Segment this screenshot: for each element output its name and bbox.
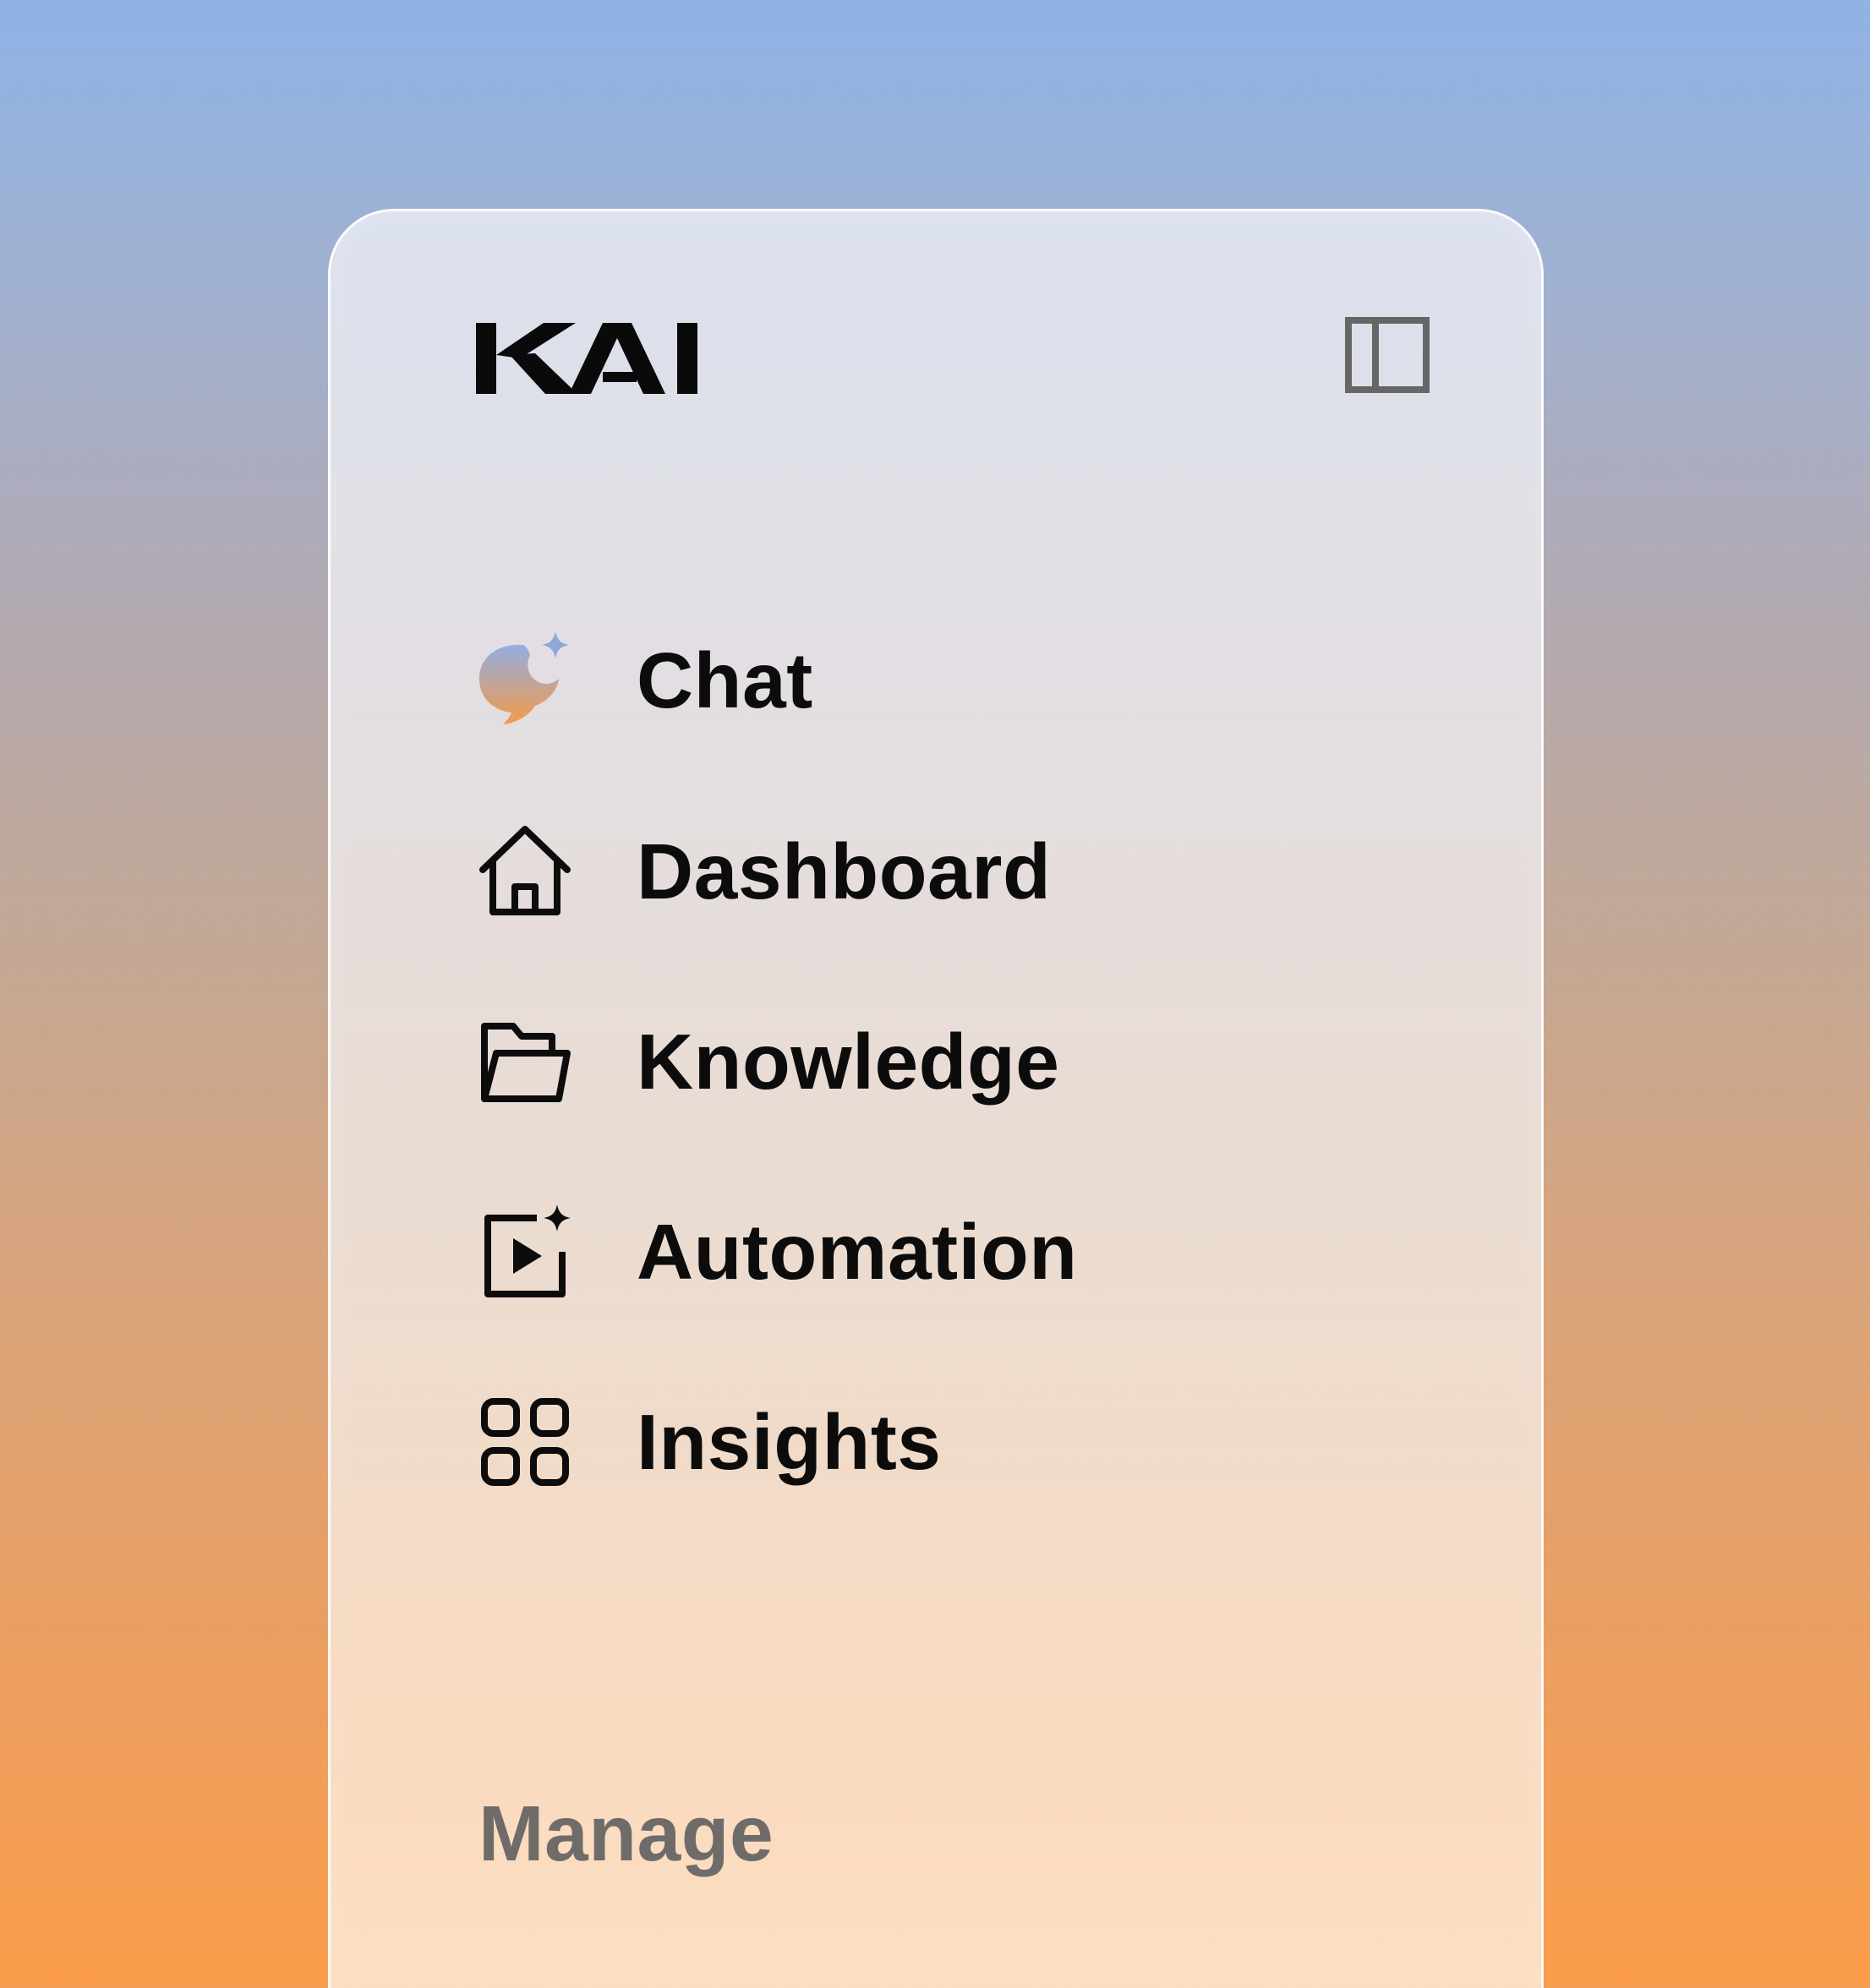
nav-label-automation: Automation bbox=[637, 1207, 1078, 1296]
sidebar-panel: Chat Dashboard Knowledge Automation Insi… bbox=[328, 209, 1544, 1988]
nav-item-automation[interactable]: Automation bbox=[476, 1188, 1406, 1315]
nav-item-chat[interactable]: Chat bbox=[476, 617, 1406, 744]
manage-section-heading: Manage bbox=[478, 1789, 774, 1877]
nav-item-knowledge[interactable]: Knowledge bbox=[476, 998, 1406, 1125]
nav-label-insights: Insights bbox=[637, 1397, 942, 1486]
kai-logo-mark bbox=[476, 323, 697, 394]
kai-logo[interactable] bbox=[476, 323, 697, 394]
nav-label-knowledge: Knowledge bbox=[637, 1017, 1060, 1106]
nav-item-insights[interactable]: Insights bbox=[476, 1379, 1406, 1505]
sidebar-toggle-button[interactable] bbox=[1345, 317, 1430, 393]
home-icon bbox=[476, 822, 574, 920]
nav-label-dashboard: Dashboard bbox=[637, 827, 1052, 915]
nav-item-dashboard[interactable]: Dashboard bbox=[476, 808, 1406, 935]
folder-open-icon bbox=[476, 1013, 574, 1111]
sidebar-panel-icon bbox=[1345, 317, 1430, 393]
play-sparkle-icon bbox=[476, 1203, 574, 1301]
grid-icon bbox=[476, 1393, 574, 1491]
chat-sparkle-icon bbox=[476, 631, 574, 729]
nav-label-chat: Chat bbox=[637, 636, 813, 724]
